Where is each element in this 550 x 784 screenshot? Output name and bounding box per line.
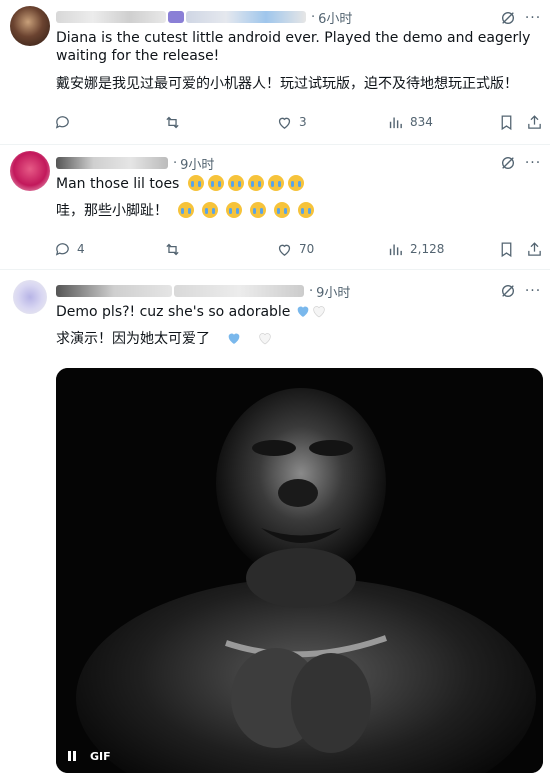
reply-count: 4 <box>77 242 85 256</box>
bookmark-icon <box>501 241 512 257</box>
like-button[interactable]: 3 <box>276 112 307 132</box>
loudly-crying-face-emoji <box>247 175 264 191</box>
blurred-display-name[interactable] <box>56 157 168 169</box>
pause-icon[interactable] <box>68 750 80 763</box>
post-time[interactable]: 6小时 <box>318 8 352 27</box>
view-count: 2,128 <box>410 242 445 256</box>
reply-icon <box>55 242 69 256</box>
blurred-handle[interactable] <box>186 11 306 23</box>
loudly-crying-face-emoji <box>274 202 291 218</box>
reply-icon <box>55 115 69 129</box>
gif-frame-image <box>56 368 543 773</box>
gif-badge: GIF <box>90 750 111 763</box>
grok-icon[interactable] <box>500 283 516 299</box>
blurred-display-name[interactable] <box>56 11 166 23</box>
post-text-en-line: Man those lil toes <box>56 175 308 193</box>
views-icon <box>389 117 402 128</box>
loudly-crying-face-emoji <box>227 175 244 191</box>
post-header: · 6小时 <box>56 7 352 27</box>
action-bar: 3 834 <box>54 112 544 132</box>
grok-icon[interactable] <box>500 10 516 26</box>
post-text-en-line: Demo pls?! cuz she's so adorable <box>56 303 327 321</box>
like-icon <box>278 117 291 129</box>
post-text-en: Demo pls?! cuz she's so adorable <box>56 304 291 320</box>
blue-heart-emoji <box>229 333 240 344</box>
repost-button[interactable] <box>164 239 181 259</box>
repost-icon <box>166 243 179 255</box>
share-icon <box>528 241 541 256</box>
post-text-zh-line: 求演示！因为她太可爱了 <box>56 330 273 348</box>
view-count: 834 <box>410 115 433 129</box>
like-icon <box>278 244 291 256</box>
views-button[interactable]: 2,128 <box>387 239 444 259</box>
post-1[interactable]: · 6小时 ··· Diana is the cutest little and… <box>0 0 550 145</box>
more-icon[interactable]: ··· <box>524 10 542 26</box>
loudly-crying-face-emoji <box>187 175 204 191</box>
loudly-crying-face-emoji <box>178 202 195 218</box>
loudly-crying-face-emoji <box>287 175 304 191</box>
post-text-zh: 哇，那些小脚趾！ <box>56 203 168 219</box>
blue-heart-emoji <box>297 306 309 317</box>
post-text-en: Man those lil toes <box>56 176 180 192</box>
bookmark-icon <box>501 114 512 130</box>
views-icon <box>389 244 402 255</box>
post-text-zh-line: 哇，那些小脚趾！ <box>56 202 318 220</box>
share-button[interactable] <box>526 239 543 259</box>
crying-emoji-row <box>187 175 308 192</box>
gif-media[interactable]: GIF <box>56 368 543 773</box>
blurred-handle[interactable] <box>174 285 304 297</box>
repost-button[interactable] <box>164 112 181 132</box>
avatar[interactable] <box>10 151 50 191</box>
avatar[interactable] <box>13 280 47 314</box>
post-text-zh: 戴安娜是我见过最可爱的小机器人！玩过试玩版，迫不及待地想玩正式版！ <box>56 76 518 92</box>
post-text-zh: 求演示！因为她太可爱了 <box>56 331 210 347</box>
bookmark-button[interactable] <box>498 239 515 259</box>
avatar[interactable] <box>10 6 50 46</box>
share-button[interactable] <box>526 112 543 132</box>
loudly-crying-face-emoji <box>202 202 219 218</box>
loudly-crying-face-emoji <box>267 175 284 191</box>
loudly-crying-face-emoji <box>226 202 243 218</box>
like-count: 3 <box>299 115 307 129</box>
post-header: · 9小时 <box>56 281 350 301</box>
blurred-display-name[interactable] <box>56 285 172 297</box>
more-icon[interactable]: ··· <box>524 283 542 299</box>
views-button[interactable]: 834 <box>387 112 433 132</box>
crying-emoji-row <box>178 202 318 219</box>
post-time[interactable]: 9小时 <box>180 154 214 173</box>
loudly-crying-face-emoji <box>250 202 267 218</box>
post-header: · 9小时 <box>56 153 214 173</box>
post-text-en: Diana is the cutest little android ever.… <box>56 30 531 64</box>
share-icon <box>528 114 541 129</box>
post-2[interactable]: · 9小时 ··· Man those lil toes 哇，那些小脚趾！ 4 … <box>0 145 550 270</box>
gif-controls: GIF <box>68 750 111 763</box>
action-bar: 4 70 2,128 <box>54 239 544 259</box>
loudly-crying-face-emoji <box>207 175 224 191</box>
blurred-badge <box>168 11 184 23</box>
like-button[interactable]: 70 <box>276 239 314 259</box>
post-time[interactable]: 9小时 <box>316 282 350 301</box>
more-icon[interactable]: ··· <box>524 155 542 171</box>
repost-icon <box>166 116 179 128</box>
like-count: 70 <box>299 242 315 256</box>
reply-button[interactable] <box>54 112 77 132</box>
grok-icon[interactable] <box>500 155 516 171</box>
white-heart-emoji <box>313 306 325 318</box>
bookmark-button[interactable] <box>498 112 515 132</box>
loudly-crying-face-emoji <box>298 202 315 218</box>
reply-button[interactable]: 4 <box>54 239 85 259</box>
white-heart-emoji <box>259 333 271 345</box>
